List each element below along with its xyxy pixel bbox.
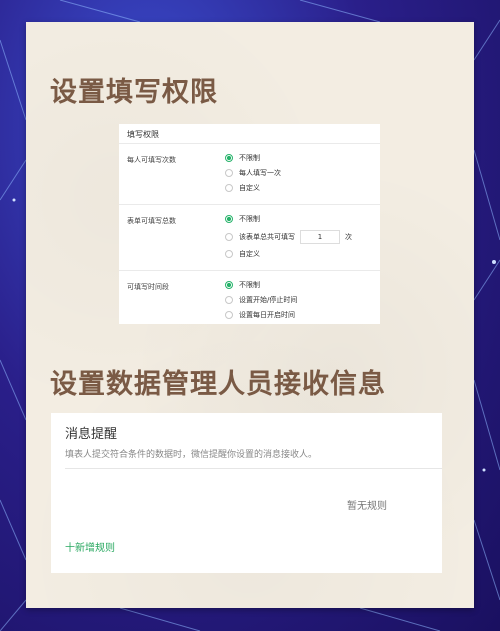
radio-icon[interactable] (225, 184, 233, 192)
label-per-person-count: 每人可填写次数 (127, 156, 176, 164)
radio-icon[interactable] (225, 233, 233, 241)
option-label: 自定义 (239, 250, 260, 258)
radio-icon[interactable] (225, 296, 233, 304)
section-heading-data-managers: 设置数据管理人员接收信息 (50, 369, 386, 400)
divider (119, 204, 380, 205)
add-rule-button[interactable]: 十新增规则 (65, 539, 115, 554)
radio-icon[interactable] (225, 169, 233, 177)
radio-option-once-per-person[interactable]: 每人填写一次 (225, 168, 281, 178)
radio-option-unlimited[interactable]: 不限制 (225, 280, 260, 290)
permissions-card: 填写权限 每人可填写次数 不限制 每人填写一次 自定义 表单可填写总数 不限制 … (119, 124, 380, 324)
total-count-input[interactable]: 1 (300, 230, 340, 244)
divider (65, 468, 442, 469)
label-form-total-count: 表单可填写总数 (127, 217, 176, 225)
radio-option-total-limit[interactable]: 该表单总共可填写 1 次 (225, 230, 352, 244)
message-reminder-card: 消息提醒 填表人提交符合条件的数据时，微信提醒你设置的消息接收人。 暂无规则 十… (51, 413, 442, 573)
radio-option-daily-open-time[interactable]: 设置每日开启时间 (225, 310, 295, 320)
radio-option-unlimited[interactable]: 不限制 (225, 153, 260, 163)
section-heading-permissions: 设置填写权限 (50, 77, 218, 108)
count-unit: 次 (345, 233, 352, 241)
divider (119, 143, 380, 144)
radio-option-unlimited[interactable]: 不限制 (225, 214, 260, 224)
empty-rules-text: 暂无规则 (347, 501, 387, 512)
divider (119, 270, 380, 271)
radio-option-custom[interactable]: 自定义 (225, 249, 260, 259)
radio-selected-icon[interactable] (225, 215, 233, 223)
message-reminder-description: 填表人提交符合条件的数据时，微信提醒你设置的消息接收人。 (65, 450, 318, 460)
radio-option-custom[interactable]: 自定义 (225, 183, 260, 193)
option-label: 设置每日开启时间 (239, 311, 295, 319)
option-label: 每人填写一次 (239, 169, 281, 177)
label-time-period: 可填写时间段 (127, 283, 169, 291)
option-label: 该表单总共可填写 (239, 233, 295, 241)
message-reminder-title: 消息提醒 (65, 427, 118, 442)
option-label: 不限制 (239, 215, 260, 223)
radio-selected-icon[interactable] (225, 154, 233, 162)
radio-option-start-stop-time[interactable]: 设置开始/停止时间 (225, 295, 297, 305)
option-label: 自定义 (239, 184, 260, 192)
radio-icon[interactable] (225, 311, 233, 319)
option-label: 设置开始/停止时间 (239, 296, 298, 304)
radio-icon[interactable] (225, 250, 233, 258)
radio-selected-icon[interactable] (225, 281, 233, 289)
option-label: 不限制 (239, 281, 260, 289)
permissions-card-title: 填写权限 (127, 130, 159, 139)
option-label: 不限制 (239, 154, 260, 162)
